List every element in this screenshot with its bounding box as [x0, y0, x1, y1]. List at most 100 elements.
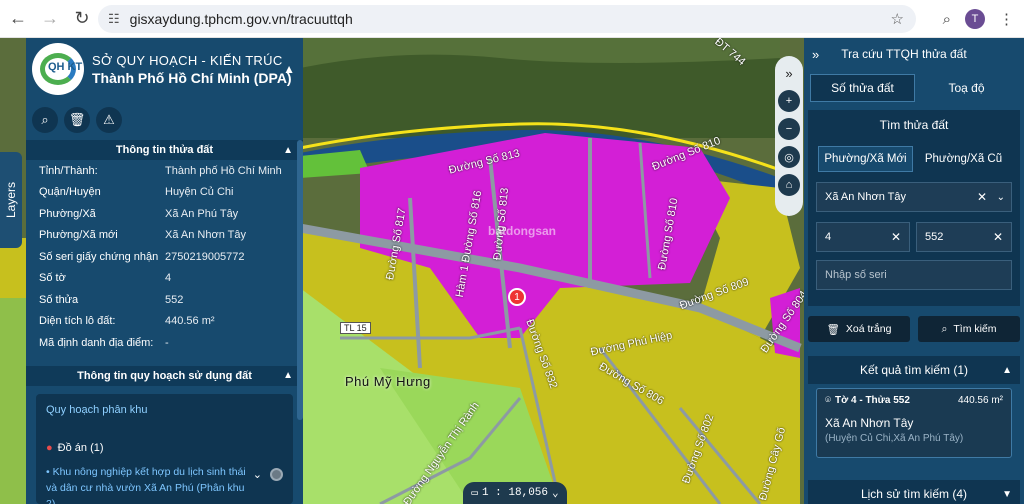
- chevron-down-icon[interactable]: ⌄: [997, 192, 1005, 203]
- chevron-down-icon[interactable]: ⌄: [253, 468, 262, 481]
- chevron-up-icon[interactable]: ▲: [283, 370, 293, 381]
- map-controls: » + − ◎ ⌂: [775, 56, 803, 216]
- chevron-up-icon[interactable]: ▲: [283, 145, 293, 156]
- reload-icon[interactable]: ↻: [68, 5, 96, 33]
- section-parcel-info[interactable]: Thông tin thửa đất ▲: [26, 140, 303, 160]
- zone-item[interactable]: • Khu nông nghiệp kết hợp du lịch sinh t…: [46, 464, 256, 504]
- search-button-label: Tìm kiếm: [953, 323, 997, 335]
- result-ward: Xã An Nhơn Tây: [825, 416, 914, 430]
- info-value: 440.56 m²: [165, 315, 215, 328]
- scale-bar-icon: ▭: [471, 488, 478, 500]
- home-icon[interactable]: ⌂: [778, 174, 800, 196]
- section-title: Thông tin quy hoạch sử dụng đất: [77, 369, 252, 382]
- back-icon[interactable]: ←: [4, 5, 32, 33]
- profile-avatar[interactable]: T: [965, 9, 985, 29]
- info-key: Số tờ: [39, 272, 66, 285]
- clear-icon[interactable]: ✕: [891, 230, 901, 244]
- info-key: Phường/Xã: [39, 207, 96, 220]
- info-row: Tỉnh/Thành: Thành phố Hồ Chí Minh: [26, 160, 303, 182]
- menu-kebab-icon[interactable]: ⋮: [999, 10, 1014, 28]
- parcel-info-list: Tỉnh/Thành: Thành phố Hồ Chí Minh Quận/Huy…: [26, 160, 303, 354]
- find-parcel-box: Tìm thửa đất Phường/Xã Mới Phường/Xã Cũ …: [808, 110, 1020, 306]
- layers-tab[interactable]: Layers: [0, 152, 22, 248]
- info-value: 4: [165, 272, 172, 285]
- result-item[interactable]: ⌾ Tờ 4 - Thửa 552 440.56 m² Xã An Nhơn T…: [816, 388, 1012, 458]
- info-value: Huyện Củ Chi: [165, 186, 234, 199]
- zoning-card-title: Quy hoạch phân khu: [46, 403, 148, 416]
- trash-icon[interactable]: 🗑: [64, 107, 90, 133]
- find-parcel-title: Tìm thửa đất: [879, 118, 949, 132]
- section-land-use-info[interactable]: Thông tin quy hoạch sử dụng đất ▲: [26, 365, 303, 386]
- panel-scrollbar[interactable]: [297, 140, 303, 420]
- chevron-down-icon[interactable]: ▼: [1002, 489, 1012, 500]
- org-logo: QH KT: [32, 43, 84, 95]
- map-label-tl15: TL 15: [340, 322, 371, 334]
- warning-icon[interactable]: ⚠: [96, 107, 122, 133]
- info-key: Quận/Huyện: [39, 186, 101, 199]
- info-value: Thành phố Hồ Chí Minh: [165, 164, 282, 177]
- logo-text: QH KT: [48, 61, 83, 73]
- tab-coordinates[interactable]: Toạ độ: [915, 74, 1018, 102]
- zoom-in-icon[interactable]: +: [778, 90, 800, 112]
- sheet-number-input[interactable]: 4 ✕: [816, 222, 910, 252]
- collapse-double-chevron-icon[interactable]: »: [812, 47, 819, 62]
- parcel-info-panel: QH KT SỞ QUY HOẠCH - KIẾN TRÚC Thành Phố…: [26, 38, 303, 504]
- clear-button[interactable]: 🗑 Xoá trắng: [808, 316, 910, 342]
- ward-select-value: Xã An Nhơn Tây: [825, 191, 907, 203]
- search-icon[interactable]: ⌕: [32, 107, 58, 133]
- trash-icon: 🗑: [826, 323, 840, 336]
- info-row: Mã định danh địa điểm: -: [26, 332, 303, 354]
- org-name-line1: SỞ QUY HOẠCH - KIẾN TRÚC: [92, 52, 283, 68]
- parcel-marker[interactable]: 1: [508, 288, 526, 306]
- collapse-double-chevron-icon[interactable]: »: [778, 62, 800, 84]
- locate-icon[interactable]: ◎: [778, 146, 800, 168]
- tab-new-ward[interactable]: Phường/Xã Mới: [818, 146, 913, 172]
- search-button[interactable]: ⌕ Tìm kiếm: [918, 316, 1020, 342]
- result-area: 440.56 m²: [957, 395, 1003, 406]
- info-row: Số seri giấy chứng nhận 2750219005772: [26, 246, 303, 268]
- history-header[interactable]: Lịch sử tìm kiếm (4) ▼: [808, 480, 1020, 504]
- site-info-icon[interactable]: ☷: [108, 11, 120, 27]
- info-row: Diện tích lô đất: 440.56 m²: [26, 311, 303, 333]
- results-title: Kết quả tìm kiếm (1): [859, 363, 969, 377]
- tab-parcel-number[interactable]: Số thửa đất: [810, 74, 915, 102]
- panel-toolbar: ⌕ 🗑 ⚠: [26, 100, 303, 140]
- chevron-up-icon[interactable]: ▲: [1002, 365, 1012, 376]
- parcel-number-input[interactable]: 552 ✕: [916, 222, 1012, 252]
- clear-icon[interactable]: ✕: [977, 190, 987, 204]
- map-scale[interactable]: ▭ 1 : 18,056 ⌄: [463, 482, 567, 504]
- tab-old-ward[interactable]: Phường/Xã Cũ: [917, 146, 1010, 172]
- info-row: Quận/Huyện Huyện Củ Chi: [26, 182, 303, 204]
- ward-select[interactable]: Xã An Nhơn Tây ✕ ⌄: [816, 182, 1012, 212]
- search-panel-header: » Tra cứu TTQH thửa đất: [804, 38, 1024, 70]
- chevron-down-icon[interactable]: ⌄: [552, 486, 559, 500]
- result-subtext: (Huyện Củ Chi,Xã An Phú Tây): [825, 433, 964, 444]
- info-row: Số thửa 552: [26, 289, 303, 311]
- serial-input[interactable]: Nhập số seri: [816, 260, 1012, 290]
- plan-count-label: Đồ án (1): [57, 441, 104, 454]
- search-tabs-icon[interactable]: ⌕: [943, 11, 951, 28]
- info-value: 2750219005772: [165, 250, 245, 263]
- info-row: Phường/Xã mới Xã An Nhơn Tây: [26, 225, 303, 247]
- info-key: Số thửa: [39, 293, 79, 306]
- zoom-out-icon[interactable]: −: [778, 118, 800, 140]
- layers-tab-label: Layers: [4, 181, 18, 219]
- zone-toggle-radio[interactable]: [270, 467, 283, 481]
- forward-icon[interactable]: →: [36, 5, 64, 33]
- results-header[interactable]: Kết quả tìm kiếm (1) ▲: [808, 356, 1020, 384]
- map-watermark: batdongsan: [488, 224, 556, 238]
- sheet-number-value: 4: [825, 231, 832, 243]
- address-bar[interactable]: ☷ gisxaydung.tphcm.gov.vn/tracuuttqh ☆: [98, 5, 916, 33]
- info-key: Mã định danh địa điểm:: [39, 336, 154, 349]
- result-sheet-parcel: Tờ 4 - Thửa 552: [835, 395, 910, 406]
- chevron-up-icon[interactable]: ▲: [283, 62, 295, 76]
- panel-header: QH KT SỞ QUY HOẠCH - KIẾN TRÚC Thành Phố…: [26, 38, 303, 100]
- clear-button-label: Xoá trắng: [845, 323, 892, 335]
- serial-input-placeholder: Nhập số seri: [825, 269, 887, 281]
- map-label-place: Phú Mỹ Hưng: [345, 374, 431, 389]
- map-pin-icon: ●: [46, 441, 53, 454]
- clear-icon[interactable]: ✕: [993, 230, 1003, 244]
- info-key: Diện tích lô đất:: [39, 315, 116, 328]
- section-title: Thông tin thửa đất: [115, 144, 214, 156]
- bookmark-star-icon[interactable]: ☆: [891, 10, 904, 28]
